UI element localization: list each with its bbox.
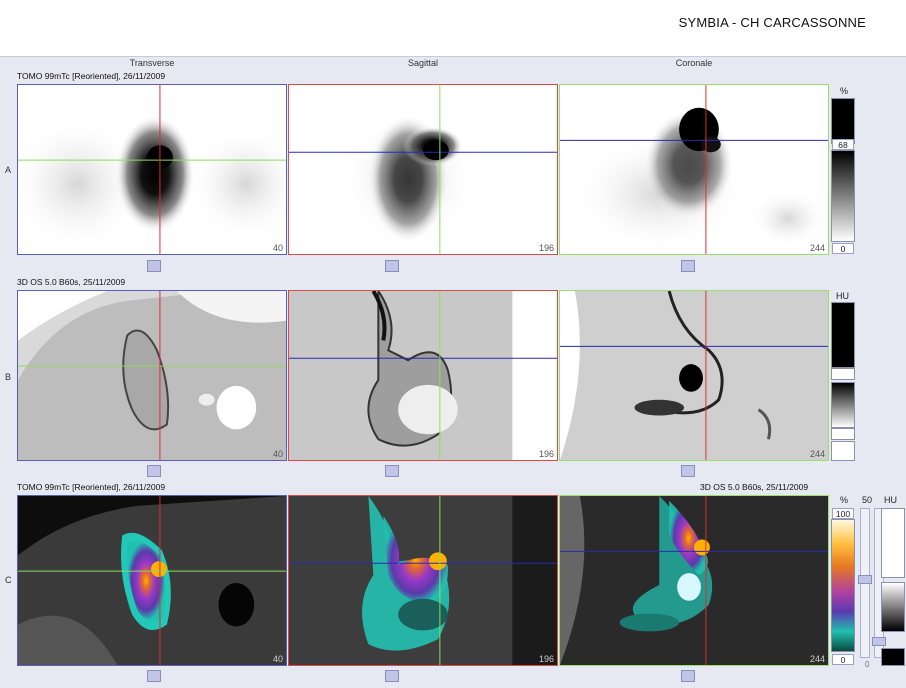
slice-number: 244: [809, 449, 825, 459]
slider-thumb[interactable]: [872, 637, 886, 646]
colorbar-top: [831, 98, 855, 144]
row-label-c: C: [5, 575, 12, 585]
colorbar-gradient-hu: [881, 582, 905, 632]
row-label-a: A: [5, 165, 12, 175]
colorbar-gradient: [831, 150, 855, 242]
colorbar-unit: %: [840, 86, 849, 96]
window-handle-upper[interactable]: [831, 368, 855, 380]
slider-thumb[interactable]: [681, 465, 695, 477]
threshold-value: 50: [862, 495, 873, 505]
slider-thumb[interactable]: [147, 465, 161, 477]
slider-thumb[interactable]: [385, 465, 399, 477]
slider-thumb[interactable]: [147, 670, 161, 682]
threshold-low: 0: [865, 660, 870, 669]
window-handle-lower[interactable]: [831, 428, 855, 440]
row-b-coronal-viewport[interactable]: 244: [559, 290, 829, 461]
slice-number: 196: [538, 243, 554, 253]
colorbar-max-value[interactable]: 100: [832, 508, 854, 519]
series-label-row-a: TOMO 99mTc [Reoriented], 26/11/2009: [17, 71, 166, 81]
row-a-sagittal-viewport[interactable]: 196: [288, 84, 558, 255]
colorbar-gradient: [831, 382, 855, 428]
slider-thumb[interactable]: [681, 260, 695, 272]
slice-number: 40: [272, 449, 283, 459]
slider-thumb[interactable]: [858, 575, 872, 584]
row-b-transverse-viewport[interactable]: 40: [17, 290, 287, 461]
series-label-row-c-right: 3D OS 5.0 B60s, 25/11/2009: [700, 482, 809, 492]
uptake-spot: [115, 114, 195, 234]
app-header: SYMBIA - CH CARCASSONNE: [0, 0, 906, 57]
row-b-sagittal-viewport[interactable]: 196: [288, 290, 558, 461]
slider-thumb[interactable]: [147, 260, 161, 272]
slice-number: 40: [272, 243, 283, 253]
slider-thumb[interactable]: [385, 260, 399, 272]
row-label-b: B: [5, 372, 12, 382]
slice-number: 196: [538, 449, 554, 459]
row-a-transverse-viewport[interactable]: 40: [17, 84, 287, 255]
colorbar-unit: HU: [836, 291, 849, 301]
series-label-row-b: 3D OS 5.0 B60s, 25/11/2009: [17, 277, 126, 287]
fusion-vertical-slider[interactable]: [858, 508, 872, 658]
series-label-row-c: TOMO 99mTc [Reoriented], 26/11/2009: [17, 482, 166, 492]
colorbar-bottom-hu: [881, 648, 905, 666]
column-title-coronal: Coronale: [675, 58, 713, 68]
colorbar-max-value[interactable]: 68: [832, 139, 854, 150]
colorbar-top: [831, 302, 855, 368]
colorbar-top-hu: [881, 508, 905, 578]
row-a-coronal-viewport[interactable]: 244: [559, 84, 829, 255]
slice-number: 244: [809, 243, 825, 253]
column-title-sagittal: Sagittal: [407, 58, 439, 68]
row-c-coronal-viewport[interactable]: 244: [559, 495, 829, 666]
colorbar-bottom: [831, 441, 855, 461]
slice-number: 196: [538, 654, 554, 664]
site-title: SYMBIA - CH CARCASSONNE: [678, 15, 866, 30]
colorbar-min-value[interactable]: 0: [832, 654, 854, 665]
slider-thumb[interactable]: [681, 670, 695, 682]
slider-thumb[interactable]: [385, 670, 399, 682]
row-c-transverse-viewport[interactable]: 40: [17, 495, 287, 666]
colorbar-unit-hu: HU: [884, 495, 897, 505]
colorbar-gradient-pet: [831, 519, 855, 652]
column-title-transverse: Transverse: [129, 58, 175, 68]
slice-number: 40: [272, 654, 283, 664]
colorbar-unit-pct: %: [840, 495, 849, 505]
slice-number: 244: [809, 654, 825, 664]
row-c-sagittal-viewport[interactable]: 196: [288, 495, 558, 666]
colorbar-min-value[interactable]: 0: [832, 243, 854, 254]
